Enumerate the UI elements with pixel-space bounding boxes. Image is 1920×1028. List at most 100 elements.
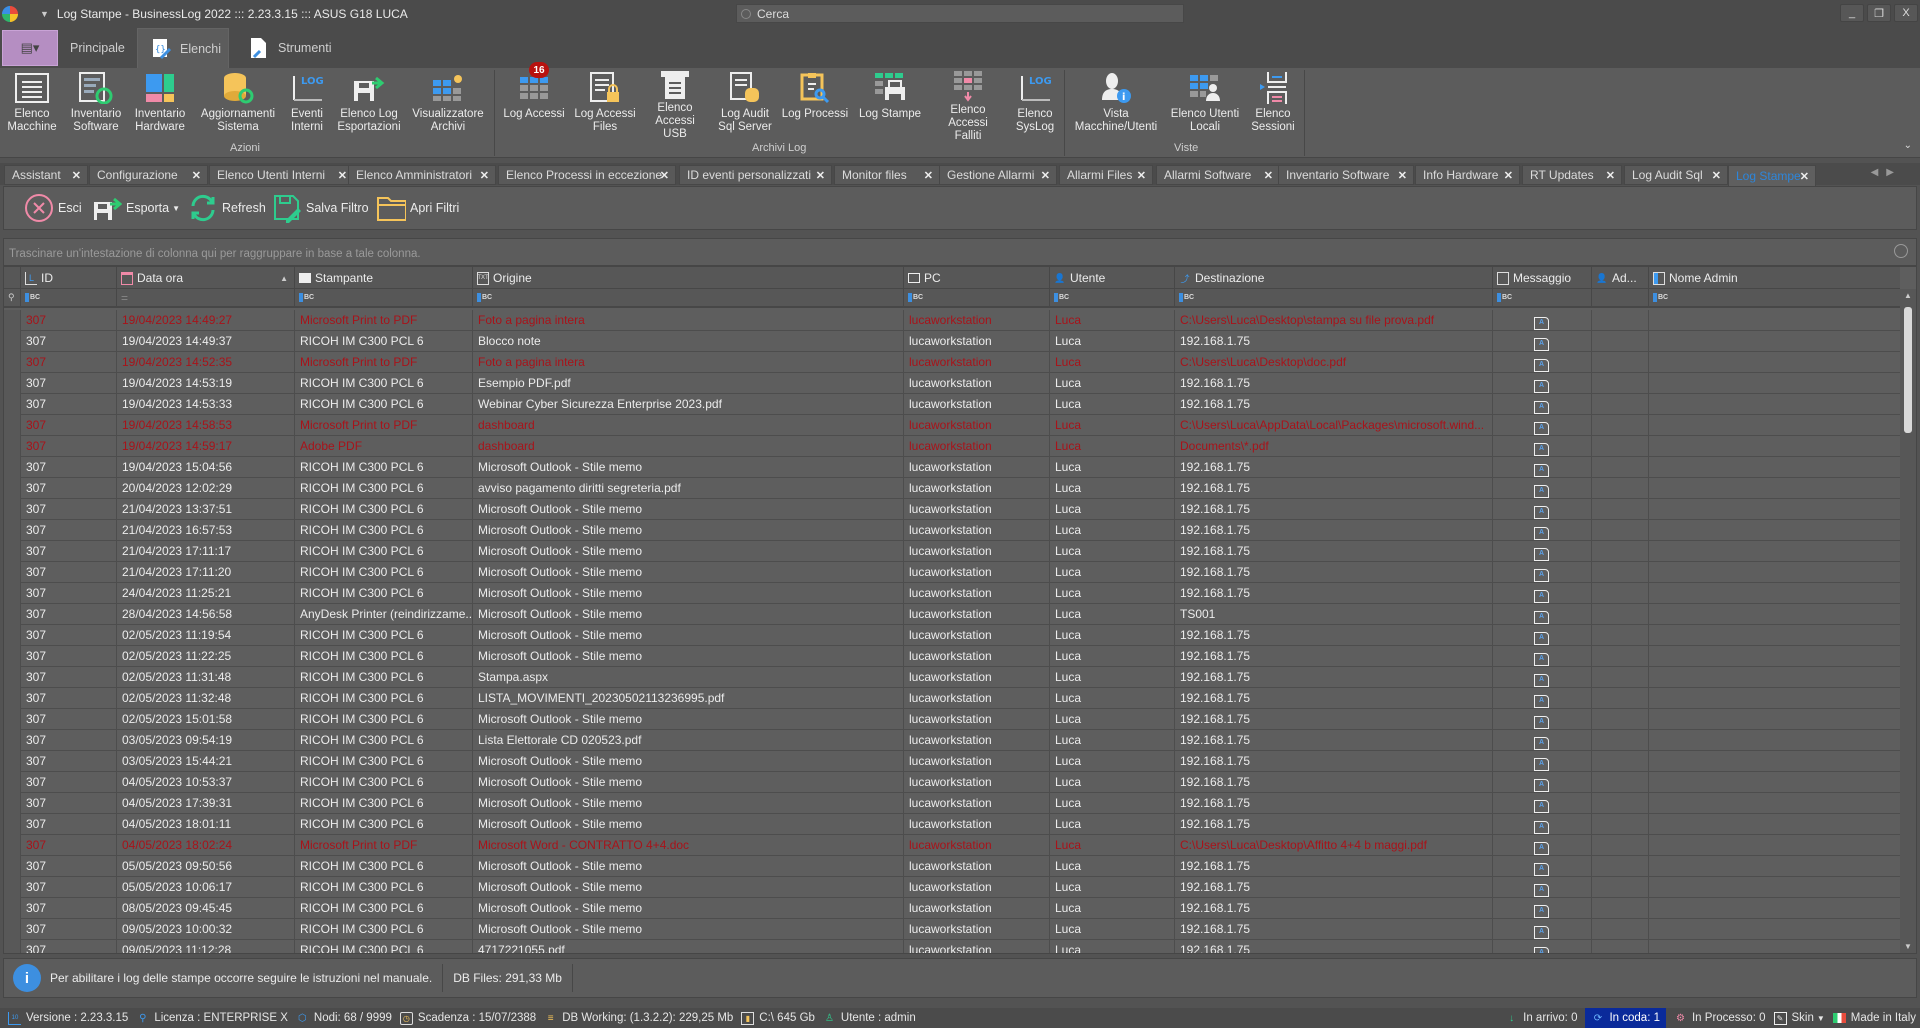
cell-destinazione[interactable]: 192.168.1.75 [1174, 499, 1492, 520]
cell-origine[interactable]: Lista Elettorale CD 020523.pdf [472, 730, 903, 751]
row-indicator[interactable] [4, 625, 20, 646]
cell-nome_admin[interactable] [1648, 520, 1882, 541]
message-document-icon[interactable]: A [1534, 485, 1549, 498]
table-row[interactable]: 307 05/05/2023 10:06:17 RICOH IM C300 PCL … [4, 877, 1900, 898]
doc-tab-info-hardware[interactable]: Info Hardware ✕ [1415, 165, 1520, 185]
row-indicator[interactable] [4, 919, 20, 940]
cell-messaggio[interactable]: A [1492, 877, 1591, 898]
tab-scroll-arrows-icon[interactable]: ◀▶ [1871, 167, 1902, 178]
cell-origine[interactable]: Microsoft Outlook - Stile memo [472, 583, 903, 604]
cell-destinazione[interactable]: Documents\*.pdf [1174, 436, 1492, 457]
cell-pc[interactable]: lucaworkstation [903, 499, 1049, 520]
cell-id[interactable]: 307 [20, 751, 116, 772]
cell-utente[interactable]: Luca [1049, 457, 1174, 478]
cell-pc[interactable]: lucaworkstation [903, 835, 1049, 856]
doc-tab-id-eventi[interactable]: ID eventi personalizzati ✕ [679, 165, 832, 185]
cell-stampante[interactable]: RICOH IM C300 PCL 6 [294, 499, 472, 520]
cell-pc[interactable]: lucaworkstation [903, 730, 1049, 751]
cell-nome_admin[interactable] [1648, 310, 1882, 331]
cell-messaggio[interactable]: A [1492, 730, 1591, 751]
elenco-log-esportazioni-button[interactable]: Elenco Log Esportazioni [334, 70, 404, 138]
inventario-hardware-button[interactable]: Inventario Hardware [130, 70, 190, 138]
cell-id[interactable]: 307 [20, 373, 116, 394]
cell-admin[interactable] [1591, 835, 1648, 856]
row-indicator[interactable] [4, 709, 20, 730]
restore-button[interactable]: ❐ [1867, 4, 1891, 22]
cell-stampante[interactable]: RICOH IM C300 PCL 6 [294, 940, 472, 953]
cell-stampante[interactable]: RICOH IM C300 PCL 6 [294, 541, 472, 562]
cell-utente[interactable]: Luca [1049, 415, 1174, 436]
save-filter-button[interactable]: Salva Filtro [272, 193, 369, 223]
cell-data[interactable]: 20/04/2023 12:02:29 [116, 478, 294, 499]
column-header-pc[interactable]: PC [903, 267, 1049, 289]
cell-destinazione[interactable]: 192.168.1.75 [1174, 919, 1492, 940]
cell-utente[interactable]: Luca [1049, 604, 1174, 625]
filter-utente[interactable]: BC [1049, 289, 1174, 306]
cell-messaggio[interactable]: A [1492, 520, 1591, 541]
cell-origine[interactable]: dashboard [472, 415, 903, 436]
cell-origine[interactable]: Microsoft Outlook - Stile memo [472, 898, 903, 919]
close-tab-icon[interactable]: ✕ [1800, 170, 1809, 183]
cell-pc[interactable]: lucaworkstation [903, 709, 1049, 730]
cell-data[interactable]: 08/05/2023 09:45:45 [116, 898, 294, 919]
cell-origine[interactable]: Microsoft Outlook - Stile memo [472, 457, 903, 478]
cell-utente[interactable]: Luca [1049, 688, 1174, 709]
log-audit-sql-server-button[interactable]: Log Audit Sql Server [712, 70, 778, 138]
column-header-nome-admin[interactable]: Nome Admin [1648, 267, 1882, 289]
cell-pc[interactable]: lucaworkstation [903, 541, 1049, 562]
cell-destinazione[interactable]: 192.168.1.75 [1174, 646, 1492, 667]
cell-origine[interactable]: Microsoft Outlook - Stile memo [472, 499, 903, 520]
cell-stampante[interactable]: RICOH IM C300 PCL 6 [294, 772, 472, 793]
cell-stampante[interactable]: RICOH IM C300 PCL 6 [294, 730, 472, 751]
cell-destinazione[interactable]: 192.168.1.75 [1174, 898, 1492, 919]
cell-stampante[interactable]: RICOH IM C300 PCL 6 [294, 520, 472, 541]
message-document-icon[interactable]: A [1534, 632, 1549, 645]
cell-utente[interactable]: Luca [1049, 898, 1174, 919]
cell-admin[interactable] [1591, 919, 1648, 940]
doc-tab-configurazione[interactable]: Configurazione ✕ [89, 165, 208, 185]
table-row[interactable]: 307 21/04/2023 13:37:51 RICOH IM C300 PCL … [4, 499, 1900, 520]
cell-stampante[interactable]: Microsoft Print to PDF [294, 352, 472, 373]
close-tab-icon[interactable]: ✕ [816, 169, 825, 182]
cell-utente[interactable]: Luca [1049, 562, 1174, 583]
cell-nome_admin[interactable] [1648, 835, 1882, 856]
cell-id[interactable]: 307 [20, 625, 116, 646]
message-document-icon[interactable]: A [1534, 527, 1549, 540]
close-button[interactable]: X [1894, 4, 1918, 22]
cell-origine[interactable]: Blocco note [472, 331, 903, 352]
cell-stampante[interactable]: RICOH IM C300 PCL 6 [294, 478, 472, 499]
cell-utente[interactable]: Luca [1049, 541, 1174, 562]
cell-id[interactable]: 307 [20, 688, 116, 709]
cell-data[interactable]: 05/05/2023 10:06:17 [116, 877, 294, 898]
row-indicator[interactable] [4, 457, 20, 478]
filter-destinazione[interactable]: BC [1174, 289, 1492, 306]
table-row[interactable]: 307 02/05/2023 11:32:48 RICOH IM C300 PCL … [4, 688, 1900, 709]
row-indicator[interactable] [4, 730, 20, 751]
cell-id[interactable]: 307 [20, 457, 116, 478]
cell-destinazione[interactable]: C:\Users\Luca\Desktop\stampa su file pro… [1174, 310, 1492, 331]
cell-messaggio[interactable]: A [1492, 457, 1591, 478]
cell-messaggio[interactable]: A [1492, 814, 1591, 835]
export-button[interactable]: Esporta ▼ [92, 193, 180, 223]
cell-id[interactable]: 307 [20, 835, 116, 856]
cell-destinazione[interactable]: 192.168.1.75 [1174, 751, 1492, 772]
cell-utente[interactable]: Luca [1049, 919, 1174, 940]
row-indicator[interactable] [4, 331, 20, 352]
cell-admin[interactable] [1591, 562, 1648, 583]
row-indicator[interactable] [4, 583, 20, 604]
row-indicator[interactable] [4, 604, 20, 625]
cell-nome_admin[interactable] [1648, 856, 1882, 877]
cell-nome_admin[interactable] [1648, 436, 1882, 457]
cell-origine[interactable]: Microsoft Outlook - Stile memo [472, 646, 903, 667]
find-panel-search-icon[interactable] [1894, 244, 1908, 258]
cell-admin[interactable] [1591, 898, 1648, 919]
refresh-button[interactable]: Refresh [188, 193, 266, 223]
cell-utente[interactable]: Luca [1049, 352, 1174, 373]
cell-nome_admin[interactable] [1648, 772, 1882, 793]
cell-nome_admin[interactable] [1648, 373, 1882, 394]
doc-tab-log-stampe[interactable]: Log Stampe ✕ [1728, 165, 1816, 186]
cell-nome_admin[interactable] [1648, 457, 1882, 478]
cell-utente[interactable]: Luca [1049, 667, 1174, 688]
cell-pc[interactable]: lucaworkstation [903, 814, 1049, 835]
tab-elenchi[interactable]: {} Elenchi [137, 28, 229, 68]
